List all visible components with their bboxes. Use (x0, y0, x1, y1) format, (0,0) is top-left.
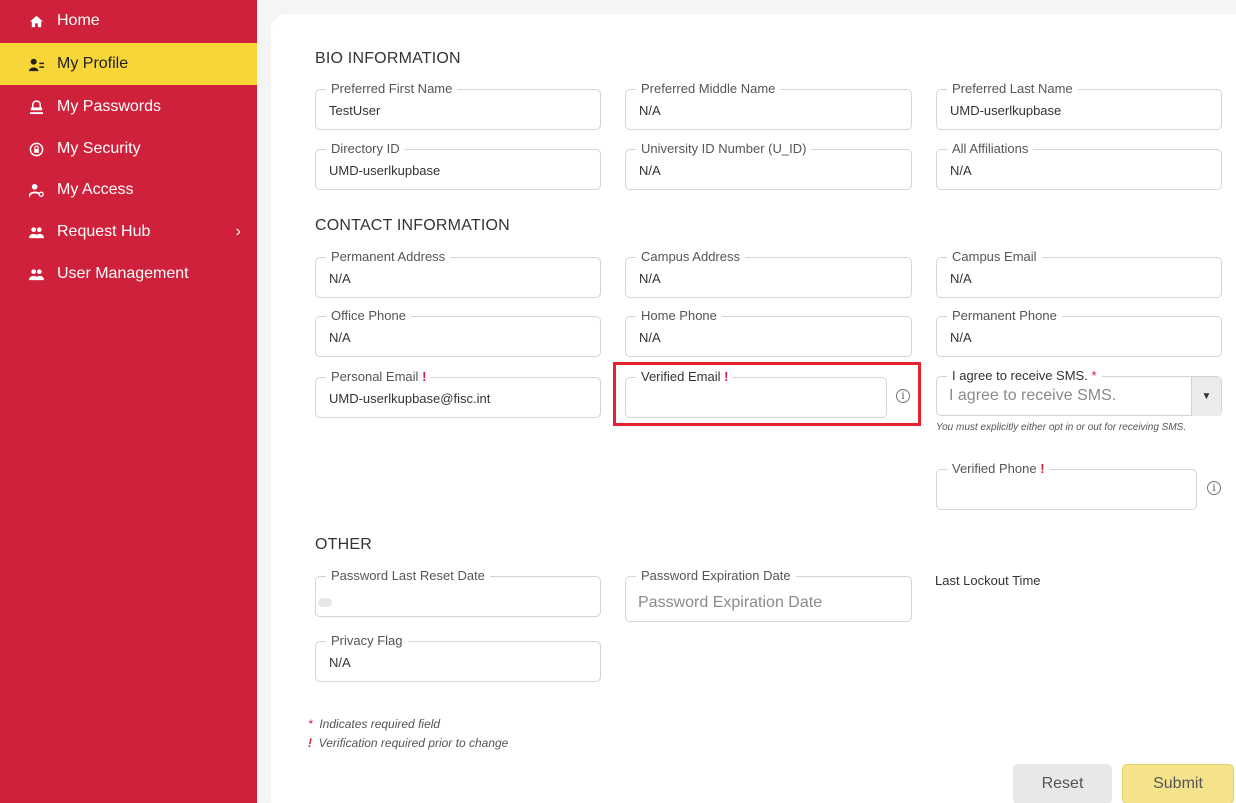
all-affiliations-field[interactable]: All Affiliations N/A (936, 141, 1222, 190)
legend-verification-text: Verification required prior to change (318, 736, 509, 750)
home-phone-field[interactable]: Home Phone N/A (625, 308, 912, 357)
field-label: Password Expiration Date (636, 568, 796, 584)
sidebar-item-label: Home (57, 12, 100, 29)
privacy-flag-field[interactable]: Privacy Flag N/A (315, 633, 601, 682)
field-label: Preferred Last Name (947, 81, 1078, 97)
security-icon (28, 141, 44, 157)
field-value: N/A (950, 271, 972, 286)
preferred-middle-name-field[interactable]: Preferred Middle Name N/A (625, 81, 912, 130)
sidebar-item-user-management[interactable]: User Management (0, 253, 257, 295)
legend-verification: ! Verification required prior to change (308, 736, 508, 751)
section-title-other: OTHER (315, 536, 372, 553)
field-value: N/A (639, 103, 661, 118)
permanent-address-field[interactable]: Permanent Address N/A (315, 249, 601, 298)
sidebar-item-my-access[interactable]: My Access (0, 169, 257, 211)
sidebar-item-my-passwords[interactable]: My Passwords (0, 86, 257, 128)
field-value: UMD-userlkupbase@fisc.int (329, 391, 491, 406)
users-icon (28, 266, 44, 282)
access-icon (28, 182, 44, 198)
sms-consent-select[interactable]: I agree to receive SMS. * I agree to rec… (936, 368, 1222, 416)
reset-button[interactable]: Reset (1013, 764, 1112, 803)
field-value: N/A (950, 330, 972, 345)
field-label: Preferred Middle Name (636, 81, 781, 97)
sidebar-item-label: Request Hub (57, 223, 151, 240)
field-label: Directory ID (326, 141, 405, 157)
field-label: Campus Email (947, 249, 1042, 265)
preferred-last-name-field[interactable]: Preferred Last Name UMD-userlkupbase (936, 81, 1222, 130)
chevron-right-icon: › (235, 223, 241, 240)
sms-hint: You must explicitly either opt in or out… (936, 422, 1187, 433)
field-value: N/A (639, 163, 661, 178)
field-value: N/A (329, 655, 351, 670)
directory-id-field[interactable]: Directory ID UMD-userlkupbase (315, 141, 601, 190)
field-label: Preferred First Name (326, 81, 458, 97)
field-value: UMD-userlkupbase (329, 163, 441, 178)
field-placeholder: Password Expiration Date (638, 594, 823, 611)
sidebar-item-request-hub[interactable]: Request Hub › (0, 211, 257, 253)
verification-mark: ! (422, 369, 427, 384)
sidebar-item-my-security[interactable]: My Security (0, 128, 257, 170)
field-label-text: Personal Email (331, 369, 419, 384)
password-reset-date-field[interactable]: Password Last Reset Date (315, 568, 601, 617)
office-phone-field[interactable]: Office Phone N/A (315, 308, 601, 357)
section-title-bio: BIO INFORMATION (315, 50, 461, 67)
field-label: University ID Number (U_ID) (636, 141, 812, 157)
caret-down-icon[interactable]: ▼ (1191, 377, 1221, 416)
personal-email-field[interactable]: Personal Email ! UMD-userlkupbase@fisc.i… (315, 369, 601, 418)
campus-email-field[interactable]: Campus Email N/A (936, 249, 1222, 298)
field-label: Home Phone (636, 308, 722, 324)
field-label: Permanent Phone (947, 308, 1062, 324)
field-value: N/A (329, 330, 351, 345)
sidebar-item-label: My Access (57, 181, 134, 198)
verification-mark: ! (1040, 461, 1045, 476)
sidebar-item-label: My Profile (57, 55, 129, 72)
sidebar-item-label: My Passwords (57, 98, 162, 115)
section-title-contact: CONTACT INFORMATION (315, 217, 510, 234)
field-label: Personal Email ! (326, 369, 432, 385)
home-icon (28, 13, 44, 29)
field-label: Permanent Address (326, 249, 451, 265)
last-lockout-time-label: Last Lockout Time (935, 573, 1041, 588)
password-expiration-date-field[interactable]: Password Expiration Date Password Expira… (625, 568, 912, 622)
sidebar-item-my-profile[interactable]: My Profile (0, 43, 257, 85)
field-label-text: I agree to receive SMS. (952, 368, 1088, 383)
field-label: Privacy Flag (326, 633, 408, 649)
select-placeholder: I agree to receive SMS. (949, 387, 1117, 404)
campus-address-field[interactable]: Campus Address N/A (625, 249, 912, 298)
preferred-first-name-field[interactable]: Preferred First Name TestUser (315, 81, 601, 130)
field-label-text: Verified Phone (952, 461, 1037, 476)
required-mark: * (308, 717, 313, 731)
field-value: N/A (639, 271, 661, 286)
legend-required: * Indicates required field (308, 717, 440, 732)
info-icon[interactable]: i (1207, 481, 1221, 495)
field-label: I agree to receive SMS. * (947, 368, 1102, 384)
university-id-field[interactable]: University ID Number (U_ID) N/A (625, 141, 912, 190)
field-label: Campus Address (636, 249, 745, 265)
password-icon (28, 99, 44, 115)
field-value: N/A (950, 163, 972, 178)
verified-phone-input[interactable]: Verified Phone ! (936, 461, 1197, 510)
field-value: TestUser (329, 103, 381, 118)
sidebar-item-home[interactable]: Home (0, 0, 257, 42)
profile-icon (28, 56, 44, 72)
field-value: UMD-userlkupbase (950, 103, 1062, 118)
sidebar: Home My Profile My Passwords My Security… (0, 0, 257, 803)
field-label: Office Phone (326, 308, 411, 324)
permanent-phone-field[interactable]: Permanent Phone N/A (936, 308, 1222, 357)
users-icon (28, 224, 44, 240)
field-value: N/A (639, 330, 661, 345)
highlight-box (613, 362, 921, 426)
field-label: Password Last Reset Date (326, 568, 490, 584)
submit-button[interactable]: Submit (1122, 764, 1234, 803)
verification-mark: ! (308, 736, 312, 750)
field-label: Verified Phone ! (947, 461, 1050, 477)
legend-required-text: Indicates required field (319, 717, 441, 731)
sidebar-item-label: User Management (57, 265, 189, 282)
loading-indicator (318, 598, 332, 607)
field-value: N/A (329, 271, 351, 286)
field-label: All Affiliations (947, 141, 1034, 157)
sidebar-item-label: My Security (57, 140, 141, 157)
required-mark: * (1091, 368, 1097, 383)
